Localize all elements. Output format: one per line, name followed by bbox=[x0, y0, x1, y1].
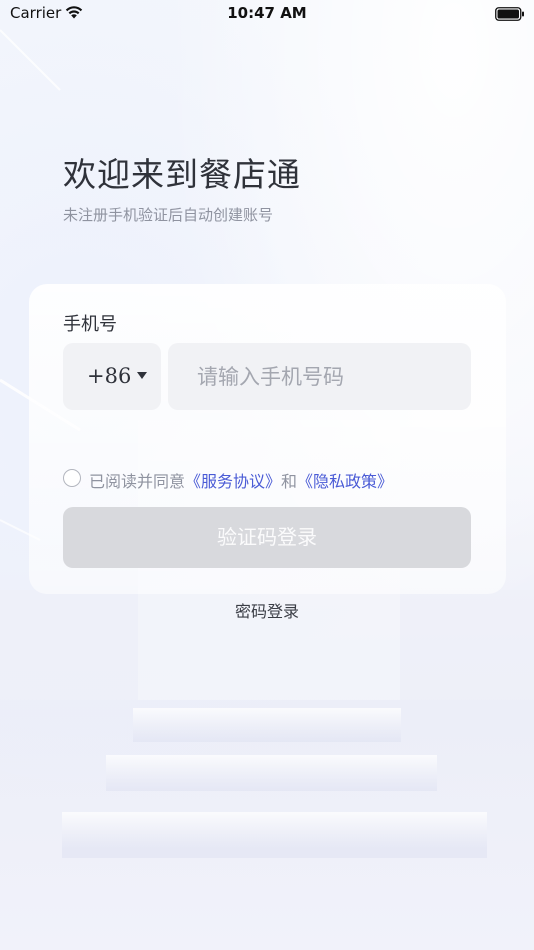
phone-input[interactable] bbox=[168, 343, 471, 410]
password-login-link[interactable]: 密码登录 bbox=[0, 598, 534, 622]
agreement-and: 和 bbox=[281, 472, 298, 491]
privacy-policy-link[interactable]: 《隐私政策》 bbox=[297, 472, 393, 491]
status-time: 10:47 AM bbox=[227, 4, 307, 22]
page-title: 欢迎来到餐店通 bbox=[63, 155, 301, 194]
country-code-selector[interactable]: +86 bbox=[63, 343, 161, 410]
service-agreement-link[interactable]: 《服务协议》 bbox=[185, 472, 281, 491]
agreement-prefix: 已阅读并同意 bbox=[89, 472, 186, 491]
status-bar: Carrier 10:47 AM bbox=[0, 0, 534, 28]
sms-login-button[interactable]: 验证码登录 bbox=[63, 507, 471, 568]
agreement-text: 已阅读并同意《服务协议》和《隐私政策》 bbox=[89, 468, 393, 492]
agreement-checkbox[interactable] bbox=[63, 469, 81, 487]
battery-icon bbox=[495, 6, 525, 25]
country-code-value: +86 bbox=[87, 364, 132, 388]
phone-label: 手机号 bbox=[63, 314, 117, 335]
page-subtitle: 未注册手机验证后自动创建账号 bbox=[63, 206, 274, 224]
chevron-down-icon bbox=[137, 372, 147, 379]
